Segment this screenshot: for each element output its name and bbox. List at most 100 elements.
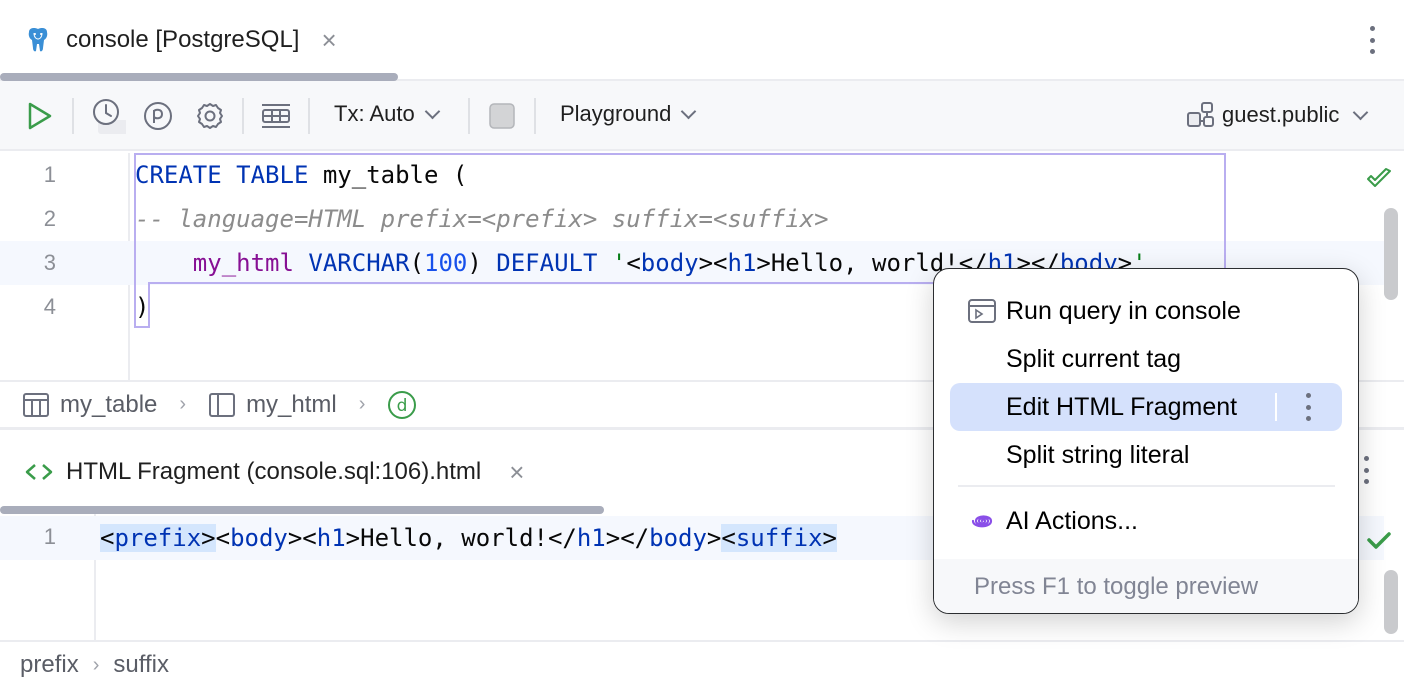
code-token: ) (467, 249, 497, 277)
code-token: < (626, 249, 641, 277)
tab-scrollbar[interactable] (0, 73, 398, 81)
table-output-icon (262, 104, 290, 128)
default-badge-icon: d (388, 390, 417, 419)
menu-item-divider (1275, 393, 1277, 421)
stop-icon (489, 103, 515, 129)
highlighted-affix-token: suffix (735, 524, 823, 552)
code-token: >< (287, 524, 317, 552)
breadcrumb-label: my_html (246, 390, 337, 418)
check-icon (1367, 168, 1391, 187)
tab-scrollbar[interactable] (0, 506, 604, 514)
output-button[interactable] (256, 96, 296, 136)
menu-item-ai-actions[interactable]: AI Actions... (950, 497, 1342, 545)
breadcrumb-separator: › (92, 653, 100, 676)
close-tab-icon[interactable]: × (321, 27, 336, 53)
stop-button[interactable] (482, 96, 522, 136)
toolbar-separator (534, 98, 536, 134)
breadcrumb-separator: › (179, 393, 187, 415)
vertical-scrollbar[interactable] (1384, 570, 1398, 634)
code-token: body (230, 524, 288, 552)
line-number: 3 (43, 250, 56, 275)
chevron-down-icon (681, 103, 697, 119)
gear-icon (197, 103, 223, 129)
code-token: >Hello, world!</ (345, 524, 577, 552)
code-token: -- language=HTML prefix=<prefix> suffix=… (135, 205, 829, 233)
console-toolbar: Tx: Auto Playground guest.public (0, 81, 1404, 151)
code-token: DEFAULT (496, 249, 598, 277)
intention-actions-popup: Run query in console Split current tag E… (933, 268, 1359, 614)
breadcrumb-prefix[interactable]: prefix (20, 651, 79, 679)
code-token: my_html (192, 249, 294, 277)
line-number: 1 (43, 524, 56, 549)
menu-item-label: Run query in console (1006, 296, 1241, 325)
menu-item-run-query-in-console[interactable]: Run query in console (950, 287, 1342, 335)
breadcrumb-default[interactable]: d (387, 390, 427, 420)
menu-item-edit-html-fragment[interactable]: Edit HTML Fragment (950, 383, 1342, 431)
highlighted-affix-token: > (822, 524, 837, 552)
tab-html-fragment[interactable]: HTML Fragment (console.sql:106).html × (24, 454, 524, 490)
code-token: h1 (316, 524, 346, 552)
code-token: ( (409, 249, 425, 277)
mode-label: Playground (560, 101, 672, 126)
highlighted-affix-token: < (100, 524, 115, 552)
code-token: CREATE TABLE (135, 161, 309, 189)
mode-dropdown[interactable]: Playground (560, 101, 697, 127)
code-token: body (640, 249, 699, 277)
history-button[interactable] (86, 96, 126, 136)
parameters-icon (144, 102, 172, 130)
line-number: 4 (43, 294, 56, 319)
code-token: VARCHAR (308, 249, 410, 277)
postgresql-elephant-icon (28, 28, 48, 52)
more-options-icon[interactable] (1362, 456, 1370, 484)
code-token: ' (611, 249, 627, 277)
menu-item-split-current-tag[interactable]: Split current tag (950, 335, 1342, 383)
code-token: ) (135, 293, 150, 321)
more-options-icon[interactable] (1304, 393, 1312, 421)
chevron-down-icon (1353, 104, 1369, 120)
code-line: 1 CREATE TABLE my_table ( (0, 153, 1384, 197)
breadcrumb: prefix › suffix (0, 640, 1404, 688)
highlighted-affix-token: > (201, 524, 216, 552)
toolbar-separator (72, 98, 74, 134)
breadcrumb-table[interactable]: my_table (22, 391, 157, 419)
chevron-down-icon (424, 103, 440, 119)
breadcrumb-suffix[interactable]: suffix (113, 651, 169, 679)
code-token: < (215, 524, 231, 552)
vertical-scrollbar[interactable] (1384, 208, 1398, 300)
toolbar-separator (242, 98, 244, 134)
run-button[interactable] (20, 96, 60, 136)
line-number: 2 (43, 206, 56, 231)
schema-label: guest.public (1222, 102, 1340, 127)
default-badge-letter: d (397, 396, 408, 416)
code-text: CREATE TABLE my_table ( (135, 161, 467, 189)
menu-item-split-string-literal[interactable]: Split string literal (950, 431, 1342, 479)
menu-separator (958, 485, 1335, 487)
tab-console-postgresql[interactable]: console [PostgreSQL] × (24, 22, 337, 58)
highlighted-affix-token: < (721, 524, 736, 552)
more-options-icon[interactable] (1368, 26, 1376, 54)
code-token: > (706, 524, 722, 552)
close-tab-icon[interactable]: × (509, 457, 524, 488)
breadcrumb-column[interactable]: my_html (208, 391, 337, 419)
check-icon (1367, 532, 1391, 549)
run-in-console-icon (968, 299, 996, 323)
menu-item-label: Edit HTML Fragment (1006, 392, 1238, 421)
column-icon (209, 392, 236, 417)
settings-button[interactable] (190, 96, 230, 136)
code-token: ></ (605, 524, 650, 552)
code-token: h1 (727, 249, 757, 277)
menu-item-label: Split current tag (1006, 344, 1182, 373)
parameters-button[interactable] (138, 96, 178, 136)
toolbar-separator (468, 98, 470, 134)
transaction-mode-dropdown[interactable]: Tx: Auto (334, 101, 440, 127)
run-icon (28, 102, 52, 130)
code-token: >< (698, 249, 728, 277)
ai-spiral-icon (971, 515, 993, 528)
editor-tab-bar: console [PostgreSQL] × (0, 0, 1404, 81)
html-code-icon (25, 464, 53, 480)
schema-selector[interactable]: guest.public (1186, 101, 1369, 129)
breadcrumb-label: my_table (60, 390, 158, 418)
tab-label: HTML Fragment (console.sql:106).html (66, 458, 482, 485)
